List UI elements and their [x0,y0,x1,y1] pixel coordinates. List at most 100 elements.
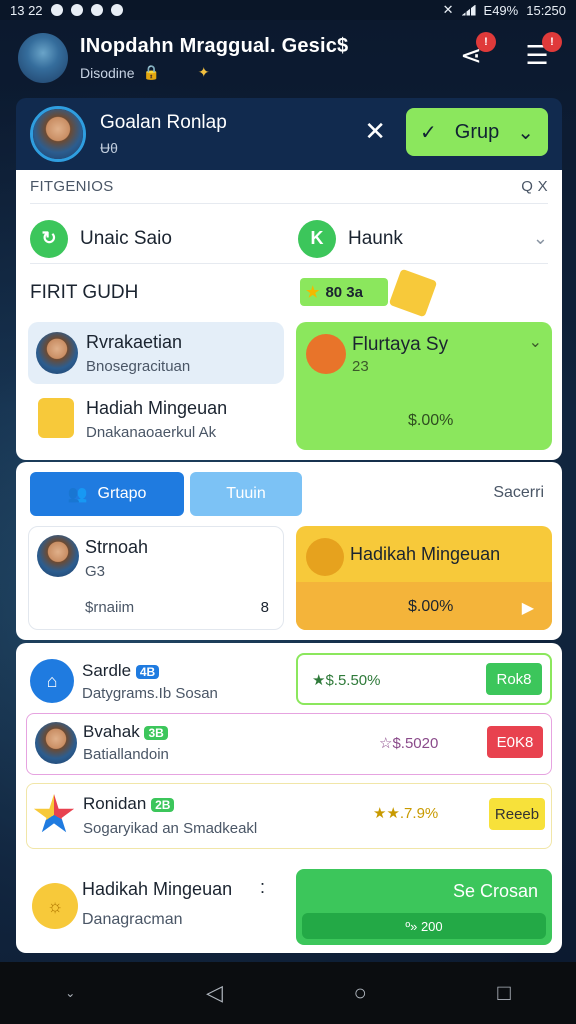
card-green-value: $.00% [408,412,454,429]
card-yellow-name: Hadikah Mingeuan [350,544,501,564]
chef-icon: ⌂ [30,659,74,703]
card-yellow-value: $.00% [408,598,454,615]
points-value: 80 3a [325,283,363,301]
card-c-close[interactable]: 8 [261,599,269,616]
card-c-sub: G3 [85,563,106,580]
status-time-left: 13 22 [10,2,43,18]
list-item-tag: 3B [144,726,168,740]
card-yellow[interactable]: Hadikah Mingeuan $.00% ▶ [296,526,552,630]
list-item-sub: Sogaryikad an Smadkeakl [83,820,258,837]
card-a[interactable]: Rvrakaetian Bnosegracituan [28,322,284,384]
user-icon: K [298,219,336,258]
create-button[interactable]: Se Crosan º» 200 [296,869,552,945]
group-button-label: Grup [454,120,500,143]
people-icon: 👥 [67,486,88,503]
card-green-sub: 23 [352,358,369,375]
check-icon: ✓ [420,121,437,144]
bottom-card[interactable]: ☼ Hadikah Mingeuan : Danagracman Se Cros… [26,861,552,947]
battery-level: E49% [483,2,519,18]
group-tab-label: Grtapo [97,485,147,502]
list-action-button[interactable]: Reeeb [489,798,545,830]
list-item-tag: 2B [151,798,175,812]
list-item-stat: ★★.7.9% [373,805,439,822]
card-a-sub: Bnosegracituan [86,358,191,375]
list-item-name: Bvahak 3B [83,722,168,742]
join-button[interactable]: Tuuin [190,472,302,516]
notification-icon [70,4,83,16]
list-item-name-text: Sardle [82,661,132,680]
list-item-stat: ☆$.5020 [379,735,439,752]
list-action-button[interactable]: Rok8 [486,663,542,695]
profile-sub: Ʉθ [100,140,118,156]
list-action-button[interactable]: E0K8 [487,726,543,758]
create-button-label: Se Crosan [452,881,538,901]
list-item-name: Sardle 4B [82,661,160,681]
play-icon[interactable]: ▶ [522,598,534,618]
nav-down-icon[interactable]: ⌄ [65,986,75,1000]
system-nav-bar: ⌄ ◁ ○ □ [0,962,576,1024]
card-green[interactable]: Flurtaya Sy 23 ⌄ $.00% [296,322,552,450]
list-item-avatar [35,722,77,764]
app-top-bar: INopdahn Mraggual. Gesic$ Disodine 🔒 ✦ ⋖! … [0,20,576,96]
user-left[interactable]: Unaic Saio [80,228,298,250]
app-title: INopdahn Mraggual. Gesic$ [80,35,349,57]
menu-icon[interactable]: ☰! [522,32,562,70]
chest-icon [306,334,346,374]
group-button[interactable]: ✓ Grup ⌄ [406,108,548,156]
chevron-down-icon[interactable]: ⌄ [533,228,548,249]
card-c-footer: $rnaiim [85,599,135,616]
home-icon[interactable]: ○ [353,980,366,1006]
list-item-sub: Datygrams.Ib Sosan [82,685,218,702]
card-b-name: Hadiah Mingeuan [86,398,228,418]
list-item[interactable]: Bvahak 3B Batiallandoin ☆$.5020 E0K8 [26,713,552,775]
app-subtitle: Disodine [80,64,135,81]
card-a-name: Rvrakaetian [86,332,183,352]
signal-icon: ✕ [442,2,454,17]
list-item[interactable]: Ronidan 2B Sogaryikad an Smadkeakl ★★.7.… [26,783,552,849]
list-item[interactable]: ⌂ Sardle 4B Datygrams.Ib Sosan ★$.5.50% … [26,649,552,711]
list-item-tag: 4B [135,665,160,679]
section-label: FITGENIOS [30,178,114,195]
profile-avatar[interactable] [30,106,86,162]
notification-icon [90,4,103,16]
create-amount: º» 200 [302,913,546,939]
app-avatar[interactable] [18,33,68,83]
back-icon[interactable]: ◁ [206,980,223,1006]
card-a-avatar [36,332,78,374]
first-title: FIRIT GUDH [30,282,139,303]
group-tab-button[interactable]: 👥 Grtapo [30,472,184,516]
main-section: FITGENIOS Q X ↻ Unaic Saio K Haunk ⌄ FIR… [16,170,562,460]
join-button-label: Tuuin [226,485,266,502]
lock-icon: 🔒 [142,64,160,80]
profile-header: Goalan Ronlap Ʉθ ✕ ✓ Grup ⌄ [16,98,562,170]
search-close-icons[interactable]: Q X [521,178,548,195]
coin-icon: ☼ [32,883,78,929]
trophy-icon [388,268,438,318]
card-b[interactable]: Hadiah Mingeuan Dnakanaoaerkul Ak [28,388,284,450]
notification-badge: ! [476,32,496,52]
user-right[interactable]: Haunk [348,228,533,250]
card-b-sub: Dnakanaoaerkul Ak [86,424,217,441]
chevron-down-icon: ⌄ [517,121,534,144]
recents-icon[interactable]: □ [497,980,510,1006]
share-icon[interactable]: ⋖! [456,32,496,70]
chevron-down-icon[interactable]: ⌄ [529,332,542,352]
card-c-avatar [37,535,79,577]
list-item-name-text: Ronidan [83,794,147,813]
group-section: 👥 Grtapo Tuuin Sacerri Strnoah G3 $rnaiim… [16,462,562,640]
more-icon[interactable]: : [260,877,265,898]
list-section: ⌂ Sardle 4B Datygrams.Ib Sosan ★$.5.50% … [16,643,562,953]
card-green-name: Flurtaya Sy [352,334,449,355]
status-time-right: 15:250 [526,2,566,18]
bolt-icon: ✦ [197,64,210,80]
menu-badge: ! [542,32,562,52]
signal-bars-icon [461,4,476,16]
notification-icon [50,4,63,16]
bottom-card-sub: Danagracman [82,911,183,928]
close-icon[interactable]: ✕ [364,116,386,147]
card-c-name: Strnoah [85,537,149,557]
card-c[interactable]: Strnoah G3 $rnaiim 8 [28,526,284,630]
star-burst-icon [33,794,75,833]
star-icon: ★ [306,284,320,301]
search-link[interactable]: Sacerri [493,484,544,502]
